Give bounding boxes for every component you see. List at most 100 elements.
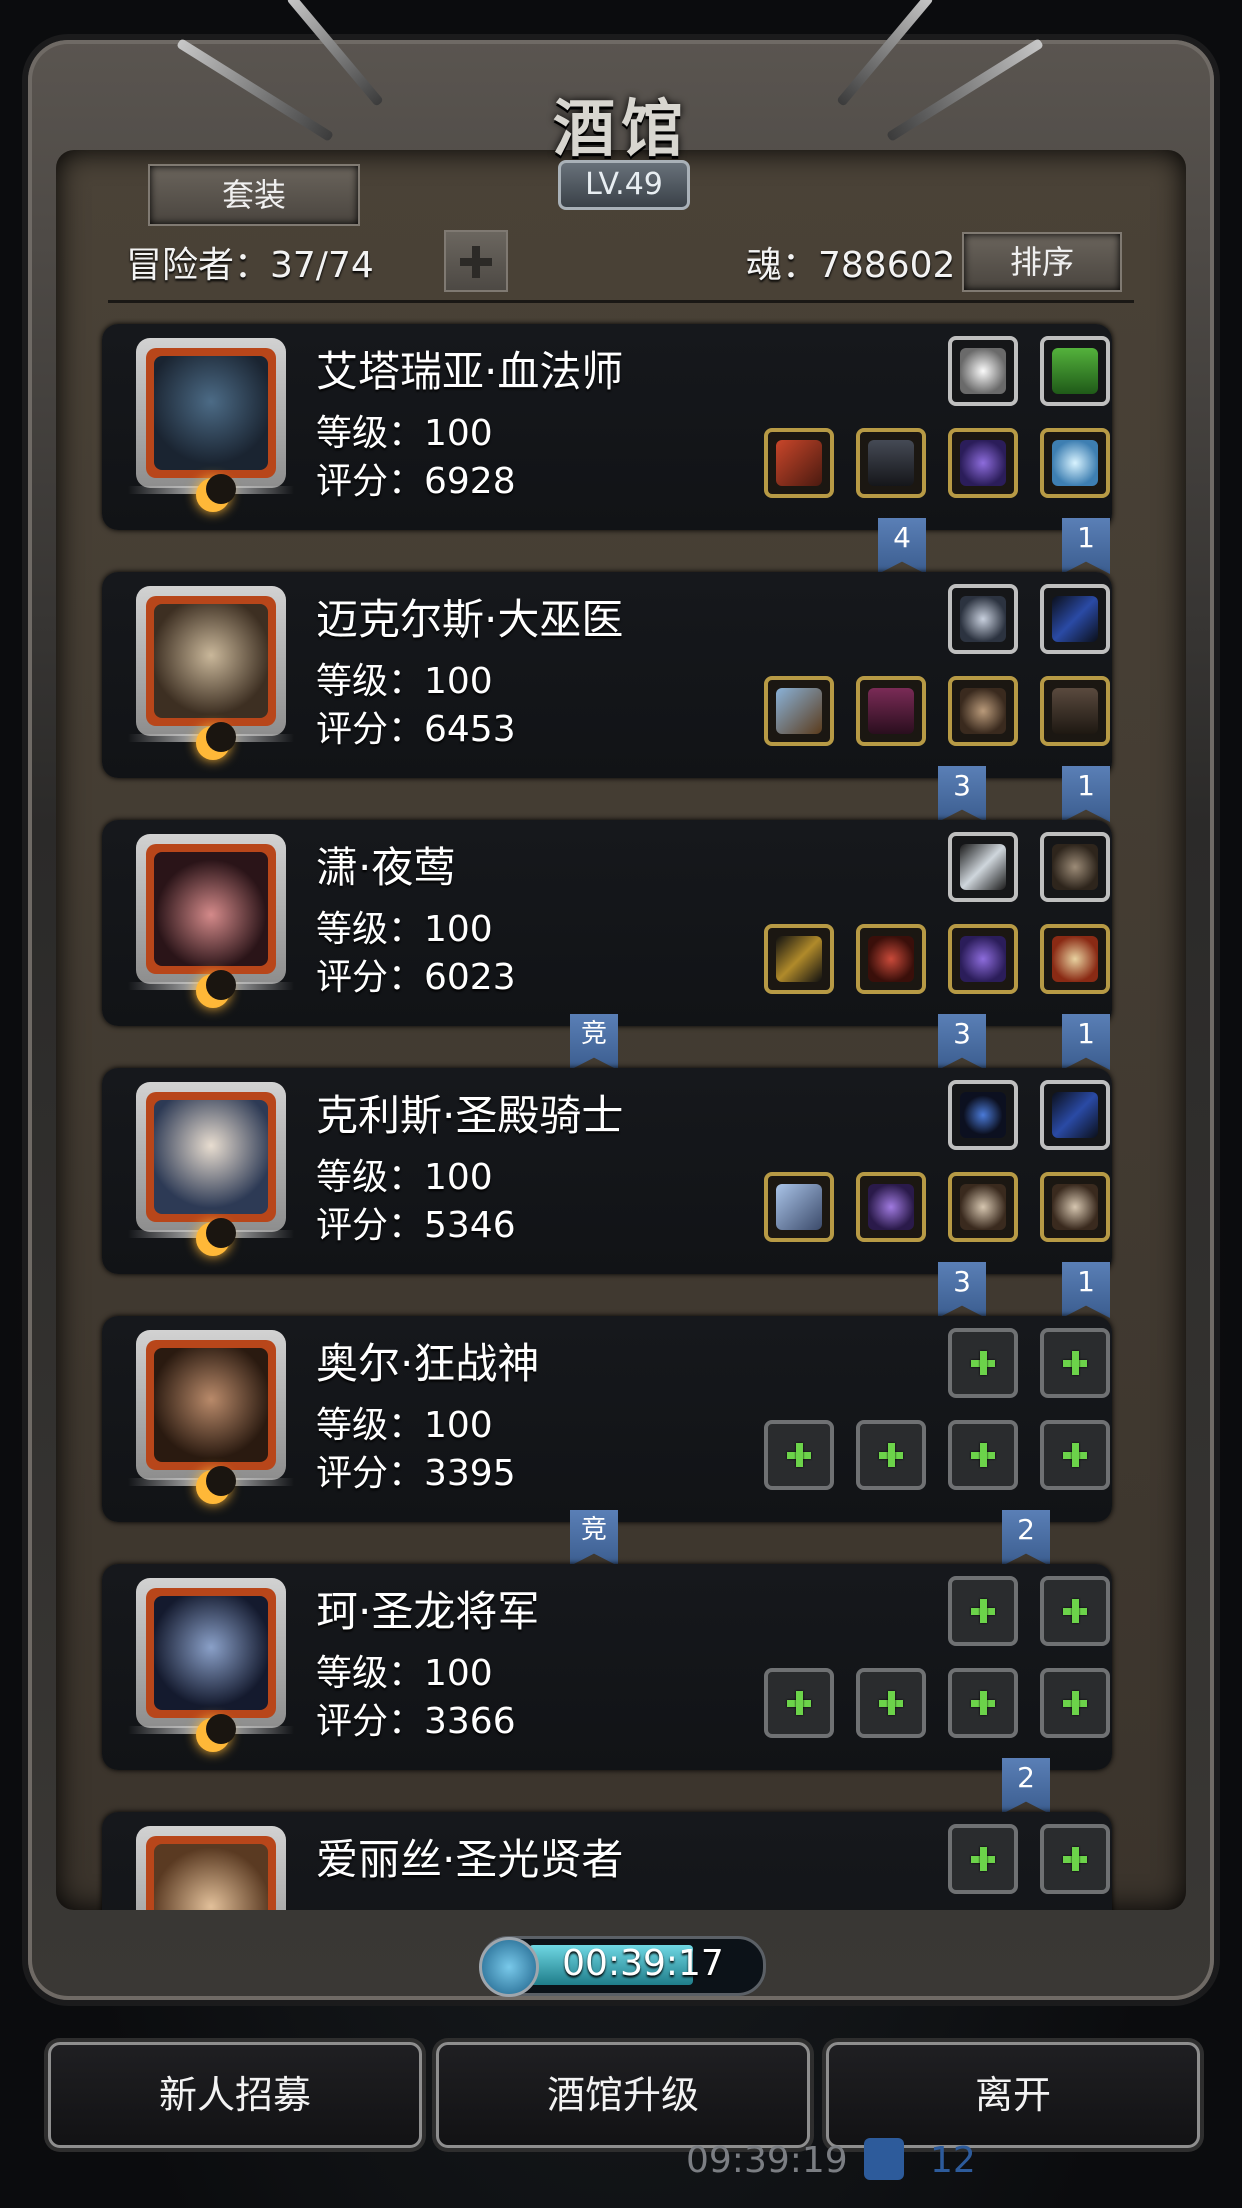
hero-portrait (128, 1082, 294, 1256)
refresh-timer: 00:39:17 (479, 1936, 766, 1997)
hero-level: 等级：100 (316, 413, 493, 454)
hero-avatar (154, 852, 268, 966)
hero-score: 评分：6928 (316, 461, 516, 502)
competition-flag: 竞 (570, 1510, 618, 1566)
empty-slot-add-icon[interactable] (948, 1328, 1018, 1398)
hero-card[interactable]: 迈克尔斯·大巫医 等级：100 评分：6453 (102, 572, 1112, 778)
hero-score: 评分：3395 (316, 1453, 516, 1494)
rank-flag: 2 (1002, 1510, 1050, 1566)
moon-icon (196, 474, 236, 512)
amulet-icon[interactable] (948, 584, 1018, 654)
empty-slot-add-icon[interactable] (948, 1420, 1018, 1490)
empty-slot-add-icon[interactable] (856, 1420, 926, 1490)
set-button[interactable]: 套装 (148, 164, 360, 226)
hero-score: 评分：5346 (316, 1205, 516, 1246)
empty-slot-add-icon[interactable] (1040, 1576, 1110, 1646)
add-slot-button[interactable] (444, 230, 508, 292)
rank-flag: 4 (878, 518, 926, 574)
bow-icon[interactable] (1040, 1080, 1110, 1150)
necklace-icon[interactable] (948, 1080, 1018, 1150)
leave-button[interactable]: 离开 (826, 2042, 1200, 2148)
gauntlet-icon[interactable] (948, 1172, 1018, 1242)
hero-list[interactable]: 艾塔瑞亚·血法师 等级：100 评分：6928 4 1 迈克尔斯·大巫医 等级：… (96, 318, 1136, 1910)
hero-name: 潇·夜莺 (316, 843, 456, 892)
hero-level: 等级：100 (316, 909, 493, 950)
empty-slot-add-icon[interactable] (948, 1668, 1018, 1738)
crystal-ring-icon[interactable] (1040, 428, 1110, 498)
hero-level: 等级：100 (316, 1653, 493, 1694)
cloak-icon[interactable] (1040, 676, 1110, 746)
empty-slot-add-icon[interactable] (1040, 1420, 1110, 1490)
chestplate-icon[interactable] (856, 1172, 926, 1242)
empty-slot-add-icon[interactable] (1040, 1668, 1110, 1738)
empty-slot-add-icon[interactable] (1040, 1328, 1110, 1398)
robe-icon[interactable] (856, 428, 926, 498)
empty-slot-add-icon[interactable] (764, 1420, 834, 1490)
hero-score: 评分：6023 (316, 957, 516, 998)
hero-avatar (154, 604, 268, 718)
tavern-level-badge: LV.49 (558, 160, 690, 210)
moon-icon (196, 1218, 236, 1256)
hero-portrait (128, 1578, 294, 1752)
hero-level: 等级：100 (316, 661, 493, 702)
clock-icon (479, 1937, 539, 1997)
background-count: 12 (930, 2140, 976, 2181)
hero-portrait (128, 586, 294, 760)
hero-name: 珂·圣龙将军 (316, 1587, 540, 1636)
hero-card[interactable]: 克利斯·圣殿骑士 等级：100 评分：5346 (102, 1068, 1112, 1274)
hero-card[interactable]: 珂·圣龙将军 等级：100 评分：3366 (102, 1564, 1112, 1770)
shield-icon (864, 2138, 904, 2180)
moon-icon (196, 722, 236, 760)
gem-icon[interactable] (1040, 924, 1110, 994)
timer-text: 00:39:17 (562, 1943, 724, 1984)
robe-icon[interactable] (856, 676, 926, 746)
hero-card[interactable]: 艾塔瑞亚·血法师 等级：100 评分：6928 (102, 324, 1112, 530)
hero-avatar (154, 1844, 268, 1910)
rank-flag: 2 (1002, 1758, 1050, 1814)
hero-card[interactable]: 爱丽丝·圣光贤者 (102, 1812, 1112, 1910)
hero-portrait (128, 1330, 294, 1504)
rank-flag: 1 (1062, 1262, 1110, 1318)
feather-icon[interactable] (948, 336, 1018, 406)
ring-icon[interactable] (948, 924, 1018, 994)
hero-card[interactable]: 潇·夜莺 等级：100 评分：6023 (102, 820, 1112, 1026)
armor-icon[interactable] (1040, 832, 1110, 902)
mask-icon[interactable] (948, 676, 1018, 746)
sort-button[interactable]: 排序 (962, 232, 1122, 292)
rank-flag: 1 (1062, 518, 1110, 574)
dagger-icon[interactable] (948, 832, 1018, 902)
upgrade-tavern-button[interactable]: 酒馆升级 (436, 2042, 810, 2148)
hero-name: 艾塔瑞亚·血法师 (316, 347, 624, 396)
adventurer-count: 冒险者：37/74 (126, 245, 374, 286)
empty-slot-add-icon[interactable] (764, 1668, 834, 1738)
hero-portrait (128, 338, 294, 512)
bow-icon[interactable] (1040, 584, 1110, 654)
competition-flag: 竞 (570, 1014, 618, 1070)
empty-slot-add-icon[interactable] (948, 1824, 1018, 1894)
staff-icon[interactable] (764, 676, 834, 746)
empty-slot-add-icon[interactable] (948, 1576, 1018, 1646)
moon-icon (196, 970, 236, 1008)
hero-card[interactable]: 奥尔·狂战神 等级：100 评分：3395 (102, 1316, 1112, 1522)
hero-score: 评分：6453 (316, 709, 516, 750)
hero-portrait (136, 1826, 286, 1910)
background-clock: 09:39:19 (686, 2140, 848, 2181)
hero-avatar (154, 1596, 268, 1710)
hood-icon[interactable] (856, 924, 926, 994)
hero-score: 评分：3366 (316, 1701, 516, 1742)
hero-avatar (154, 356, 268, 470)
hero-name: 克利斯·圣殿骑士 (316, 1091, 624, 1140)
empty-slot-add-icon[interactable] (856, 1668, 926, 1738)
hero-level: 等级：100 (316, 1405, 493, 1446)
staff-icon[interactable] (764, 428, 834, 498)
scroll-icon[interactable] (1040, 336, 1110, 406)
ring-icon[interactable] (948, 428, 1018, 498)
hero-portrait (128, 834, 294, 1008)
hero-name: 迈克尔斯·大巫医 (316, 595, 624, 644)
empty-slot-add-icon[interactable] (1040, 1824, 1110, 1894)
hammer-icon[interactable] (764, 1172, 834, 1242)
gauntlet-icon[interactable] (1040, 1172, 1110, 1242)
recruit-button[interactable]: 新人招募 (48, 2042, 422, 2148)
scythe-icon[interactable] (764, 924, 834, 994)
hero-avatar (154, 1100, 268, 1214)
